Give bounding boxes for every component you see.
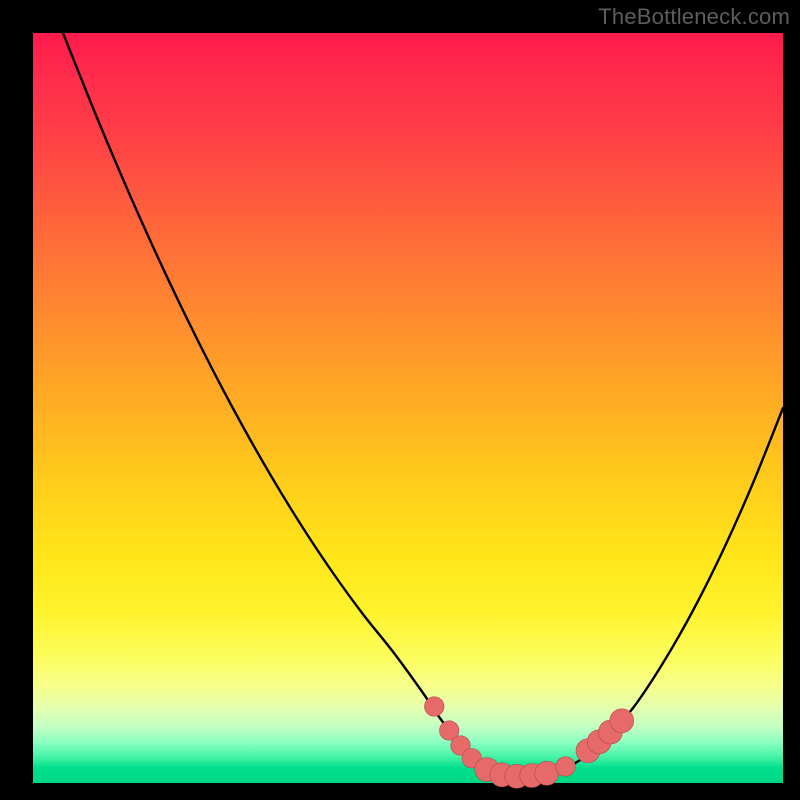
bottleneck-curve [33, 0, 783, 776]
plot-area [33, 33, 783, 783]
curve-marker [535, 761, 559, 785]
curve-marker [556, 757, 576, 777]
curve-markers [425, 697, 634, 789]
curve-marker [610, 709, 634, 733]
chart-frame: TheBottleneck.com [0, 0, 800, 800]
watermark-text: TheBottleneck.com [598, 4, 790, 30]
chart-svg [33, 33, 783, 783]
curve-marker [425, 697, 445, 717]
